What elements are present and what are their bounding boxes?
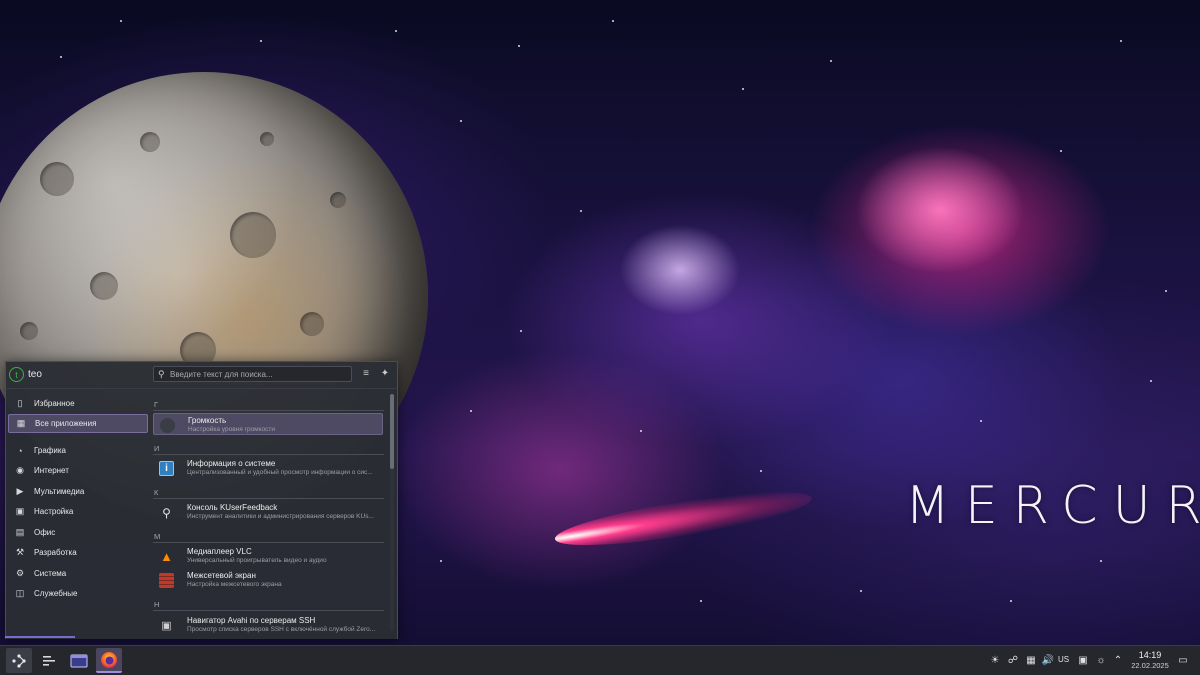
category-label: Офис: [34, 528, 56, 537]
category-multimedia[interactable]: ▶ Мультимедиа: [8, 482, 148, 501]
clipboard-tray-icon[interactable]: ▦: [1024, 653, 1038, 667]
wallpaper-title: MERCURY: [905, 476, 1200, 536]
clock-time[interactable]: 14:19: [1128, 650, 1172, 660]
scrollbar-thumb[interactable]: [390, 394, 394, 469]
category-graphics[interactable]: ◔ Графика: [8, 441, 148, 460]
app-name: Информация о системе: [187, 459, 276, 468]
folder-window-icon: [70, 654, 88, 667]
category-development[interactable]: ⚒ Разработка: [8, 543, 148, 562]
section-header: Г: [153, 400, 384, 411]
category-system[interactable]: ⚙ Система: [8, 564, 148, 583]
notifications-tray-icon[interactable]: ☀: [988, 653, 1002, 667]
volume-tray-icon[interactable]: 🔊: [1041, 653, 1055, 667]
app-name: Громкость: [188, 416, 227, 425]
volume-app-icon: [160, 418, 175, 433]
file-manager-button[interactable]: [66, 648, 92, 673]
category-list: ▯ Избранное ▦ Все приложения ◔ Графика ◉…: [6, 389, 150, 639]
category-label: Разработка: [34, 548, 77, 557]
launcher-tab-indicator: [5, 636, 75, 638]
expand-tray-icon[interactable]: ⌃: [1111, 653, 1125, 667]
application-list: Г Громкость Настройка уровня громкости И…: [151, 389, 388, 639]
grid-icon: ▦: [16, 418, 26, 428]
section-header: М: [153, 532, 384, 543]
app-name: Консоль KUserFeedback: [187, 503, 278, 512]
network-tray-icon[interactable]: ▣: [1076, 653, 1090, 667]
info-icon: i: [159, 461, 174, 476]
app-list-scrollbar[interactable]: [390, 394, 394, 631]
app-firewall[interactable]: Межсетевой экран Настройка межсетевого э…: [153, 569, 383, 591]
search-box[interactable]: ⚲: [153, 366, 352, 382]
app-description: Настройка уровня громкости: [188, 426, 276, 433]
vlc-cone-icon: ▲: [160, 549, 173, 564]
launcher-logo-icon: [12, 653, 26, 668]
search-tool-icon: ⚲: [162, 505, 171, 520]
user-avatar[interactable]: t: [9, 367, 24, 382]
app-description: Настройка межсетевого экрана: [187, 581, 282, 588]
task-list-icon: [43, 655, 55, 666]
clock-date[interactable]: 22.02.2025: [1124, 661, 1176, 670]
firefox-icon: [101, 651, 117, 668]
media-icon: ▶: [16, 486, 24, 496]
category-label: Интернет: [34, 466, 69, 475]
category-label: Мультимедиа: [34, 487, 85, 496]
show-desktop-icon[interactable]: ▭: [1176, 653, 1190, 667]
app-launcher-button[interactable]: [6, 648, 32, 673]
pin-icon: ✦: [380, 368, 390, 379]
category-label: Графика: [34, 446, 66, 455]
section-header: К: [153, 488, 384, 499]
brightness-tray-icon[interactable]: ☼: [1094, 653, 1108, 667]
section-header: И: [153, 444, 384, 455]
comet-image: [552, 481, 815, 556]
filter-settings-button[interactable]: ≡: [360, 368, 372, 380]
category-utilities[interactable]: ◫ Служебные: [8, 584, 148, 603]
category-label: Система: [34, 569, 67, 578]
wrench-icon: ⚒: [15, 547, 25, 557]
app-description: Универсальный проигрыватель видео и ауди…: [187, 557, 327, 564]
app-system-info[interactable]: i Информация о системе Централизованный …: [153, 457, 383, 479]
app-name: Медиаплеер VLC: [187, 547, 252, 556]
application-launcher-menu: t teo ⚲ ≡ ✦ ▯ Избранное ▦ Все приложения…: [5, 361, 398, 639]
app-vlc[interactable]: ▲ Медиаплеер VLC Универсальный проигрыва…: [153, 545, 383, 567]
app-description: Инструмент аналитики и администрирования…: [187, 513, 374, 520]
kde-connect-tray-icon[interactable]: ☍: [1006, 653, 1020, 667]
section-header: Н: [153, 600, 384, 611]
category-office[interactable]: ▤ Офис: [8, 523, 148, 542]
globe-icon: ◉: [16, 465, 24, 475]
monitor-network-icon: ▣: [161, 620, 172, 632]
category-internet[interactable]: ◉ Интернет: [8, 461, 148, 480]
bookmark-icon: ▯: [17, 398, 23, 408]
app-kuserfeedback[interactable]: ⚲ Консоль KUserFeedback Инструмент анали…: [153, 501, 383, 523]
pin-button[interactable]: ✦: [379, 368, 391, 380]
firewall-icon: [159, 573, 174, 588]
user-name: teo: [28, 369, 42, 380]
app-volume[interactable]: Громкость Настройка уровня громкости: [153, 413, 383, 435]
document-icon: ▤: [15, 527, 25, 537]
gear-icon: ⚙: [15, 568, 25, 578]
category-all-apps[interactable]: ▦ Все приложения: [8, 414, 148, 433]
task-manager-button[interactable]: [36, 648, 62, 673]
category-label: Настройка: [34, 507, 74, 516]
category-label: Все приложения: [35, 419, 97, 428]
category-favorites[interactable]: ▯ Избранное: [8, 394, 148, 413]
category-label: Служебные: [34, 589, 78, 598]
category-settings[interactable]: ▣ Настройка: [8, 502, 148, 521]
sliders-icon: ≡: [363, 368, 369, 379]
search-input[interactable]: [170, 368, 348, 380]
avatar-initial: t: [15, 369, 18, 380]
toolbox-icon: ◫: [15, 588, 25, 598]
app-name: Межсетевой экран: [187, 571, 256, 580]
taskbar: ☀ ☍ ▦ 🔊 US ▣ ☼ ⌃ 14:19 22.02.2025 ▭: [0, 645, 1200, 675]
search-icon: ⚲: [158, 369, 165, 379]
category-label: Избранное: [34, 399, 75, 408]
app-description: Просмотр списка серверов SSH с включённо…: [187, 626, 376, 633]
keyboard-layout-indicator[interactable]: US: [1058, 655, 1069, 664]
launcher-header: t teo ⚲ ≡ ✦: [6, 362, 397, 389]
settings-window-icon: ▣: [15, 506, 25, 516]
palette-icon: ◔: [17, 445, 23, 456]
app-avahi-ssh[interactable]: ▣ Навигатор Avahi по серверам SSH Просмо…: [153, 614, 383, 636]
app-name: Навигатор Avahi по серверам SSH: [187, 616, 316, 625]
app-description: Централизованный и удобный просмотр инфо…: [187, 469, 373, 476]
firefox-button[interactable]: [96, 648, 122, 673]
